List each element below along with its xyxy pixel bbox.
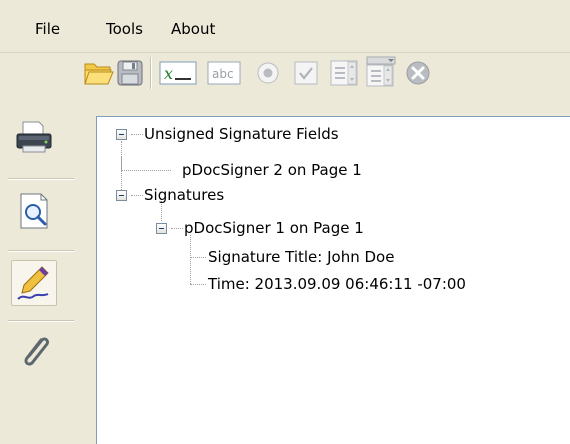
- attachment-paperclip-icon: [13, 330, 57, 374]
- menu-bar: File Tools About: [0, 0, 570, 52]
- save-button[interactable]: [114, 55, 146, 89]
- printer-icon: [13, 116, 57, 160]
- radio-button-icon: [252, 55, 284, 89]
- delete-icon: [402, 55, 434, 89]
- tree-node-signature-item[interactable]: pDocSigner 1 on Page 1: [184, 217, 364, 239]
- delete-button[interactable]: [402, 55, 434, 89]
- print-button[interactable]: [13, 116, 57, 160]
- list-box-tool[interactable]: [328, 55, 360, 89]
- checkbox-tool[interactable]: [290, 55, 322, 89]
- sidebar: [0, 106, 96, 443]
- signature-pen-icon: [12, 261, 56, 305]
- open-folder-icon: [82, 55, 114, 89]
- collapse-toggle[interactable]: [116, 129, 127, 140]
- tree-connector: [190, 284, 206, 285]
- tree-node-unsigned-field-item[interactable]: pDocSigner 2 on Page 1: [182, 159, 362, 181]
- combo-box-tool[interactable]: [364, 55, 396, 89]
- sidebar-separator: [8, 178, 74, 180]
- svg-text:abc: abc: [212, 67, 234, 81]
- sidebar-separator: [8, 250, 74, 252]
- toolbar: x abc: [0, 52, 570, 107]
- tree-node-signature-title[interactable]: Signature Title: John Doe: [208, 246, 394, 268]
- print-preview-icon: [13, 190, 57, 234]
- combo-box-icon: [364, 55, 396, 89]
- collapse-toggle[interactable]: [116, 190, 127, 201]
- signature-tree: Unsigned Signature Fields pDocSigner 2 o…: [96, 116, 570, 444]
- menu-file[interactable]: File: [35, 19, 60, 39]
- menu-tools[interactable]: Tools: [106, 19, 143, 39]
- text-field-icon: abc: [206, 55, 241, 89]
- signatures-panel-button[interactable]: [11, 260, 57, 306]
- list-box-icon: [328, 55, 360, 89]
- svg-text:x: x: [164, 64, 173, 83]
- collapse-toggle[interactable]: [156, 223, 167, 234]
- tree-connector: [121, 170, 171, 171]
- tree-connector: [190, 235, 191, 284]
- toolbar-separator: [150, 57, 152, 89]
- checkbox-icon: [290, 55, 322, 89]
- tree-connector: [171, 228, 183, 229]
- save-disk-icon: [114, 55, 146, 89]
- tree-connector: [131, 134, 143, 135]
- tree-node-signature-time[interactable]: Time: 2013.09.09 06:46:11 -07:00: [208, 273, 466, 295]
- text-field-button[interactable]: abc: [206, 55, 241, 89]
- tree-node-unsigned-fields[interactable]: Unsigned Signature Fields: [144, 123, 339, 145]
- radio-button-tool[interactable]: [252, 55, 284, 89]
- formula-field-icon: x: [158, 55, 197, 89]
- formula-field-button[interactable]: x: [158, 55, 197, 89]
- tree-node-signatures[interactable]: Signatures: [144, 184, 224, 206]
- menu-about[interactable]: About: [171, 19, 215, 39]
- print-preview-button[interactable]: [13, 190, 57, 234]
- tree-connector: [131, 195, 143, 196]
- open-button[interactable]: [82, 55, 114, 89]
- attachments-button[interactable]: [13, 330, 57, 374]
- tree-connector: [190, 257, 206, 258]
- sidebar-separator: [8, 320, 74, 322]
